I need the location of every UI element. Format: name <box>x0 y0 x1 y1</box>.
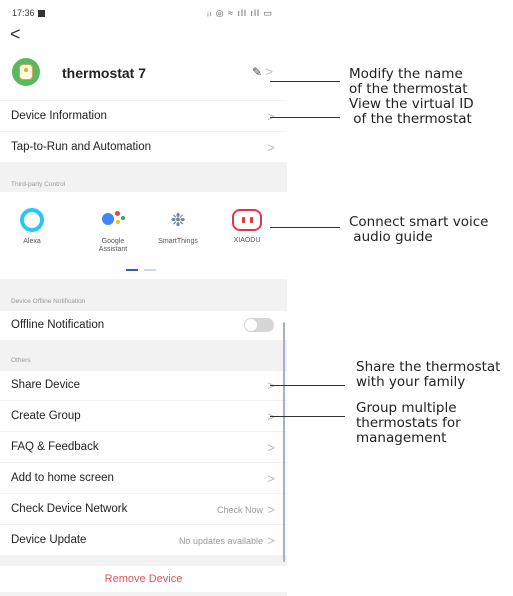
service-xiaodu[interactable]: XIAODU <box>219 206 275 245</box>
third-party-control-panel: Alexa Google Assistant ❉ SmartThings XIA… <box>0 192 287 279</box>
row-label: Check Device Network <box>11 503 128 515</box>
row-value: No updates available <box>178 536 263 546</box>
google-assistant-icon <box>99 206 127 234</box>
device-information-row[interactable]: Device Information > <box>0 101 287 131</box>
offline-notification-row: Offline Notification <box>0 311 287 340</box>
chevron-right-icon: > <box>267 440 275 455</box>
scrollbar[interactable] <box>283 322 285 562</box>
chevron-right-icon: > <box>265 64 273 79</box>
nav-bar: < <box>0 24 287 48</box>
alexa-icon <box>20 208 44 232</box>
service-name: XIAODU <box>233 237 261 244</box>
row-label: Device Update <box>11 534 87 546</box>
check-device-network-row[interactable]: Check Device Network Check Now > <box>0 494 287 524</box>
smartthings-icon: ❉ <box>170 210 186 230</box>
notification-icon <box>37 10 45 17</box>
chevron-right-icon: > <box>267 533 275 548</box>
page-indicator-active <box>126 269 138 271</box>
status-icons: ᵢₗ ◎ ≈ ıll ıll ▭ <box>207 8 273 18</box>
chevron-right-icon: > <box>267 471 275 486</box>
device-name: thermostat 7 <box>62 65 147 81</box>
service-name: Alexa <box>23 238 41 245</box>
create-group-row[interactable]: Create Group > <box>0 401 287 431</box>
device-update-row[interactable]: Device Update No updates available > <box>0 525 287 555</box>
thermostat-icon <box>12 58 40 86</box>
service-name: SmartThings <box>158 238 198 245</box>
annotation-voice-guide: Connect smart voice audio guide <box>349 214 489 245</box>
chevron-right-icon: > <box>267 502 275 517</box>
chevron-right-icon: > <box>267 140 275 155</box>
service-google-assistant[interactable]: Google Assistant <box>85 206 141 254</box>
share-device-row[interactable]: Share Device > <box>0 371 287 400</box>
annotation-group: Group multiple thermostats for managemen… <box>356 400 461 446</box>
service-smartthings[interactable]: ❉ SmartThings <box>150 206 206 246</box>
section-title-offline: Device Offline Notification <box>11 298 86 305</box>
row-value: Check Now <box>216 505 263 515</box>
leader-line-virtual-id <box>270 117 340 118</box>
row-label: FAQ & Feedback <box>11 441 99 453</box>
status-bar: 17:36 ᵢₗ ◎ ≈ ıll ıll ▭ <box>0 0 287 24</box>
annotation-share: Share the thermostat with your family <box>356 359 501 390</box>
row-label: Create Group <box>11 410 81 422</box>
annotation-modify-name: Modify the name of the thermostat <box>349 66 468 97</box>
row-label: Device Information <box>11 110 107 122</box>
leader-line-voice <box>270 227 340 228</box>
row-label: Offline Notification <box>11 319 105 331</box>
row-label: Add to home screen <box>11 472 114 484</box>
annotation-virtual-id: View the virtual ID of the thermostat <box>349 96 474 127</box>
page-indicator <box>144 269 156 271</box>
edit-name-icon[interactable]: ✎ > <box>252 64 273 79</box>
tap-to-run-row[interactable]: Tap-to-Run and Automation > <box>0 132 287 162</box>
status-time: 17:36 <box>12 8 45 18</box>
back-icon[interactable]: < <box>10 24 21 44</box>
offline-notification-toggle[interactable] <box>244 318 274 332</box>
device-header[interactable]: thermostat 7 ✎ > <box>0 48 287 100</box>
leader-line-share <box>270 385 345 386</box>
leader-line-modify-name <box>270 81 340 82</box>
add-to-home-screen-row[interactable]: Add to home screen > <box>0 463 287 493</box>
leader-line-group <box>270 416 345 417</box>
phone-screen: 17:36 ᵢₗ ◎ ≈ ıll ıll ▭ < thermostat 7 ✎ … <box>0 0 287 596</box>
section-title-third-party: Third-party Control <box>11 181 66 188</box>
service-name: Google Assistant <box>98 238 128 253</box>
remove-device-button[interactable]: Remove Device <box>0 566 287 592</box>
service-alexa[interactable]: Alexa <box>4 206 60 246</box>
xiaodu-icon <box>232 209 262 231</box>
section-title-others: Others <box>11 357 31 364</box>
faq-feedback-row[interactable]: FAQ & Feedback > <box>0 432 287 462</box>
row-label: Tap-to-Run and Automation <box>11 141 152 153</box>
row-label: Share Device <box>11 379 81 391</box>
